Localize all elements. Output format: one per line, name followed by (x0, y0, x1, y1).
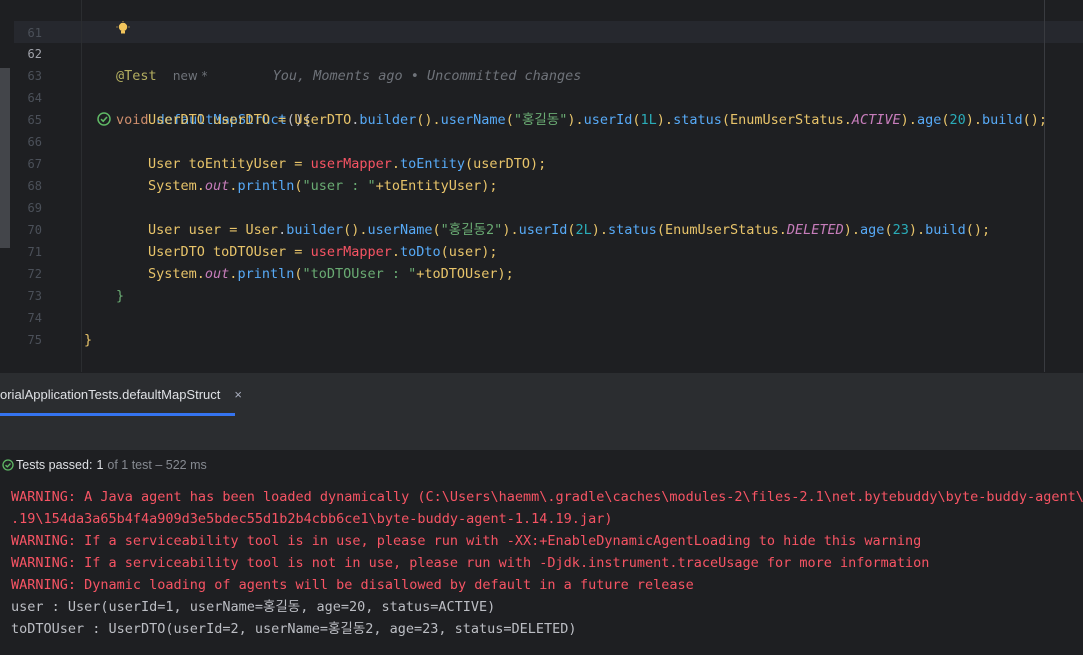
code-line[interactable]: 70 UserDTO toDTOUser = userMapper.toDto(… (0, 197, 1083, 260)
line-number: 75 (27, 333, 42, 347)
code-line[interactable]: 64 UserDTO userDTO = UserDTO.builder().u… (0, 65, 1083, 128)
code-line[interactable]: 61 (0, 0, 1083, 40)
code-line[interactable]: 67 System.out.println("user : "+toEntity… (0, 131, 1083, 194)
code-line[interactable]: 66 User toEntityUser = userMapper.toEnti… (0, 109, 1083, 172)
run-panel-header: orialApplicationTests.defaultMapStruct × (0, 372, 1083, 417)
run-tab-label: orialApplicationTests.defaultMapStruct (0, 387, 221, 402)
console-line: WARNING: If a serviceability tool is in … (11, 533, 922, 549)
tab-close-icon[interactable]: × (234, 387, 242, 402)
tests-passed-label: Tests passed: (16, 458, 93, 472)
code-line[interactable]: 74 } (0, 285, 1083, 348)
test-status-bar: Tests passed: 1 of 1 test – 522 ms (0, 451, 1083, 479)
code-line[interactable]: 71 System.out.println("toDTOUser : "+toD… (0, 219, 1083, 282)
code-line[interactable]: 63 void defaultMapStruct(){ (0, 43, 1083, 128)
code-line[interactable]: 73 (0, 263, 1083, 303)
lightbulb-icon[interactable] (88, 0, 130, 34)
closing-brace: } (84, 332, 93, 348)
console-line: WARNING: If a serviceability tool is not… (11, 555, 930, 571)
run-tab[interactable]: orialApplicationTests.defaultMapStruct × (0, 373, 242, 416)
console-line: user : User(userId=1, userName=홍길동, age=… (11, 599, 496, 615)
code-editor[interactable]: 61 62 @Test new * You, Moments ago • Unc… (0, 0, 1083, 372)
code-line[interactable]: 69 User user = User.builder().userName("… (0, 175, 1083, 238)
console-line: WARNING: A Java agent has been loaded dy… (11, 489, 1083, 505)
tests-passed-count: 1 (96, 458, 104, 472)
run-toolbar (0, 416, 1083, 451)
code-line[interactable]: 62 @Test new * You, Moments ago • Uncomm… (0, 21, 1083, 84)
console-line: WARNING: Dynamic loading of agents will … (11, 577, 694, 593)
tests-total-duration: of 1 test – 522 ms (107, 458, 207, 472)
console-line: .19\154da3a65b4f4a909d3e5bdec55d1b2b4cbb… (11, 511, 613, 527)
tests-passed-icon (2, 459, 14, 471)
code-line[interactable]: 68 (0, 153, 1083, 193)
console-line: toDTOUser : UserDTO(userId=2, userName=홍… (11, 621, 577, 637)
code-line[interactable]: 72 } (0, 241, 1083, 304)
code-line[interactable]: 65 (0, 87, 1083, 127)
code-line[interactable]: 75 (0, 307, 1083, 347)
